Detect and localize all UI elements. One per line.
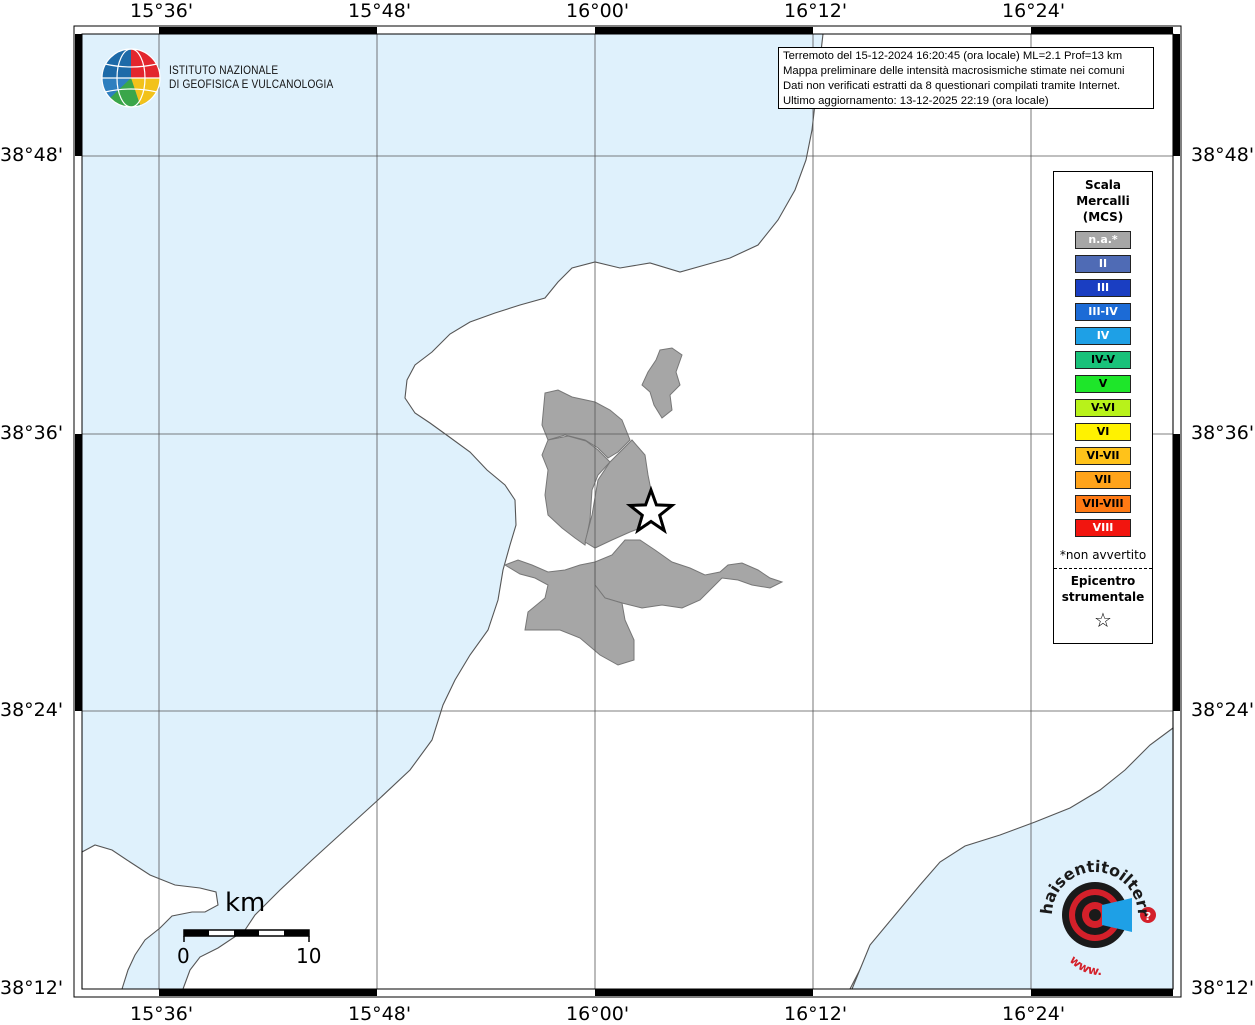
- legend-item: V: [1075, 375, 1131, 393]
- legend-separator: [1054, 568, 1152, 569]
- tick-lon-top-2: 15°48': [348, 0, 412, 22]
- tick-lon-top-1: 15°36': [130, 0, 194, 22]
- legend-item: V-VI: [1075, 399, 1131, 417]
- tick-lat-left-4: 38°12': [0, 977, 64, 999]
- ingv-logo-line-1: ISTITUTO NAZIONALE: [169, 65, 279, 77]
- tick-lat-left-2: 38°36': [0, 422, 64, 444]
- tick-lon-top-4: 16°12': [784, 0, 848, 22]
- legend-title-line-2: Mercalli: [1076, 194, 1130, 208]
- legend-item: IV-V: [1075, 351, 1131, 369]
- event-info-box: Terremoto del 15-12-2024 16:20:45 (ora l…: [778, 47, 1154, 109]
- tick-lat-left-1: 38°48': [0, 144, 64, 166]
- scale-bar-unit: km: [225, 888, 266, 918]
- legend-item: VII: [1075, 471, 1131, 489]
- legend-item: III-IV: [1075, 303, 1131, 321]
- legend-item: III: [1075, 279, 1131, 297]
- ingv-logo-icon: [101, 48, 161, 108]
- ingv-logo-line-2: DI GEOFISICA E VULCANOLOGIA: [169, 79, 334, 91]
- tick-lon-bottom-1: 15°36': [130, 1003, 194, 1025]
- legend-epicenter-label: Epicentro strumentale: [1054, 573, 1152, 605]
- watermark-domain: .it: [0, 0, 4, 4]
- legend-item: II: [1075, 255, 1131, 273]
- tick-lon-top-5: 16°24': [1002, 0, 1066, 22]
- legend-item: VI-VII: [1075, 447, 1131, 465]
- scale-bar-max: 10: [296, 944, 322, 968]
- tick-lat-right-1: 38°48': [1191, 144, 1255, 166]
- scale-bar-min: 0: [177, 944, 190, 968]
- tick-lat-right-2: 38°36': [1191, 422, 1255, 444]
- legend-title: Scala Mercalli (MCS): [1054, 177, 1152, 225]
- event-info-line-4: Ultimo aggiornamento: 13-12-2025 22:19 (…: [783, 95, 1049, 107]
- event-info-line-1: Terremoto del 15-12-2024 16:20:45 (ora l…: [783, 50, 1123, 62]
- tick-lat-right-3: 38°24': [1191, 699, 1255, 721]
- legend-epicenter-line-2: strumentale: [1061, 590, 1145, 604]
- tick-lon-bottom-3: 16°00': [566, 1003, 630, 1025]
- legend-item: IV: [1075, 327, 1131, 345]
- legend-title-line-1: Scala: [1084, 178, 1122, 192]
- event-info-line-3: Dati non verificati estratti da 8 questi…: [783, 80, 1121, 92]
- tick-lon-bottom-2: 15°48': [348, 1003, 412, 1025]
- ingv-logo-text: ISTITUTO NAZIONALE DI GEOFISICA E VULCAN…: [169, 64, 333, 92]
- legend-title-line-3: (MCS): [1082, 210, 1124, 224]
- event-info-line-2: Mappa preliminare delle intensità macros…: [783, 65, 1125, 77]
- legend-item: VIII: [1075, 519, 1131, 537]
- legend-item: VII-VIII: [1075, 495, 1131, 513]
- legend-note: *non avvertito: [1059, 548, 1147, 562]
- tick-lon-bottom-5: 16°24': [1002, 1003, 1066, 1025]
- legend-epicenter-line-1: Epicentro: [1070, 574, 1136, 588]
- tick-lat-right-4: 38°12': [1191, 977, 1255, 999]
- legend-item: VI: [1075, 423, 1131, 441]
- mcs-legend: Scala Mercalli (MCS) n.a.* II III III-IV IV I…: [1053, 171, 1153, 644]
- tick-lat-left-3: 38°24': [0, 699, 64, 721]
- legend-star-icon: ☆: [1094, 608, 1112, 632]
- tick-lon-bottom-4: 16°12': [784, 1003, 848, 1025]
- legend-item: n.a.*: [1075, 231, 1131, 249]
- tick-lon-top-3: 16°00': [566, 0, 630, 22]
- legend-items: n.a.* II III III-IV IV IV-V V V-VI VI VI-VII VII VI…: [1054, 231, 1152, 537]
